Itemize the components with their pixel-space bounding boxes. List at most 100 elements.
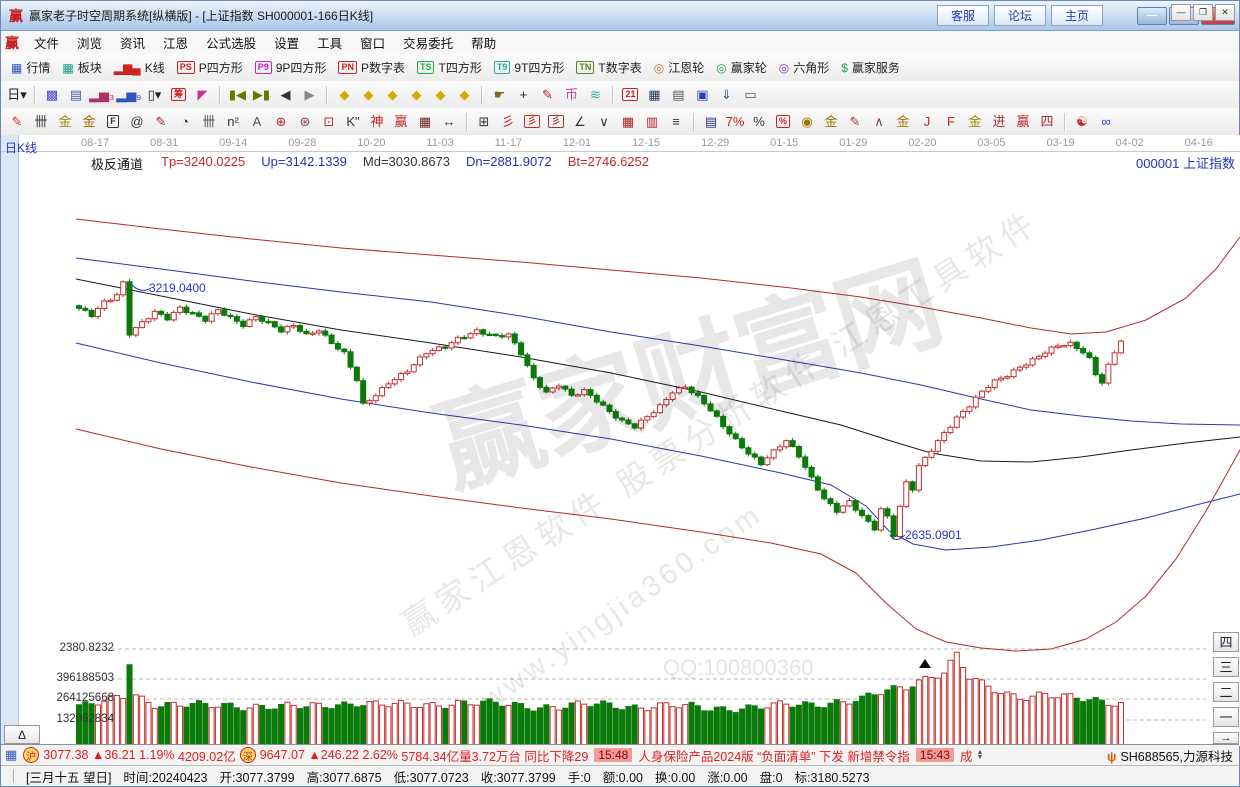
shen-grid-button[interactable]: 神 [366,112,388,132]
pane-split-1-button[interactable]: 一 [1213,707,1239,727]
speed-line-button[interactable]: 进 [988,112,1010,132]
color-kline-button[interactable]: ◤ [191,85,213,105]
p-number-table-button[interactable]: PNP数字表 [332,57,411,78]
menu-item[interactable]: 帮助 [462,31,505,54]
vol9-chart-button[interactable]: ▂▅₉ [116,85,141,105]
chart-canvas[interactable] [1,135,1240,746]
quotes-button[interactable]: ▦行情 [5,57,56,78]
gold-angle-button[interactable]: 金 [892,112,914,132]
box-select-button[interactable]: ⊞ [473,112,495,132]
si-tool-button[interactable]: 四 [1036,112,1058,132]
candle-style-dropdown[interactable]: ▯▾ [143,85,165,105]
grid-lines-button[interactable]: 卌 [198,112,220,132]
hand-drag-button[interactable]: ☛ [488,85,510,105]
diamond-shrink-both-button[interactable]: ◆ [429,85,451,105]
pattern-tool-button[interactable]: ≋ [584,85,606,105]
gold-ray-button[interactable]: 金 [964,112,986,132]
9p-square-button[interactable]: P99P四方形 [249,57,333,78]
trend-wave-button[interactable]: ▩ [41,85,63,105]
j-line-button[interactable]: J [916,112,938,132]
pane-scroll-right-button[interactable]: → [1213,732,1239,744]
last-page-button[interactable]: ▶▮ [250,85,272,105]
period-day-dropdown[interactable]: 日▾ [6,85,28,105]
news-ticker-tail[interactable]: 量3.72万台 同比下降29 [459,746,588,765]
kline-button[interactable]: ▂▆▄K线 [108,57,171,78]
gann-grid-button[interactable]: 卌 [30,112,52,132]
gold-grid1-button[interactable]: 金 [54,112,76,132]
fan-box2-button[interactable]: 彡 [545,112,567,132]
gold-grid2-button[interactable]: 金 [78,112,100,132]
winner-wheel-button[interactable]: ◎赢家轮 [710,57,773,78]
scroll-spinner[interactable]: ▲▼ [976,750,983,760]
chip-distribution-button[interactable]: 筹 [167,85,189,105]
width-measure-button[interactable]: ↔ [438,112,460,132]
next-page-button[interactable]: ▶ [298,85,320,105]
diamond-shrink-y-button[interactable]: ◆ [381,85,403,105]
menu-item[interactable]: 设置 [265,31,308,54]
gold-line-button[interactable]: 金 [820,112,842,132]
dense-grid-button[interactable]: ▦ [414,112,436,132]
a-channel-button[interactable]: A [246,112,268,132]
minimize-button[interactable]: — [1137,7,1167,25]
f10-info-button[interactable]: ▤ [65,85,87,105]
first-page-button[interactable]: ▮◀ [226,85,248,105]
news-headline[interactable]: 人身保险产品2024版 “负面清单” 下发 新增禁令指 [638,746,910,765]
gann-wheel-button[interactable]: ◎江恩轮 [648,57,711,78]
box-circle-button[interactable]: ⊡ [318,112,340,132]
infinity-button[interactable]: ∞ [1095,112,1117,132]
9t-square-button[interactable]: T99T四方形 [488,57,571,78]
f-line-button[interactable]: F [940,112,962,132]
draw-brush-button[interactable]: ✎ [6,112,28,132]
spiral-button[interactable]: @ [126,112,148,132]
print-button[interactable]: ▭ [739,85,761,105]
p-square-button[interactable]: PSP四方形 [171,57,249,78]
yinyang-button[interactable]: ☯ [1071,112,1093,132]
diamond-expand-x-button[interactable]: ◆ [357,85,379,105]
chip-tool-button[interactable]: 币 [560,85,582,105]
menu-item[interactable]: 资讯 [111,31,154,54]
pane-split-4-button[interactable]: 四 [1213,632,1239,652]
winner-service-button[interactable]: $赢家服务 [835,57,906,78]
export-button[interactable]: ⇓ [715,85,737,105]
time-circle-button[interactable]: ◔ [174,112,196,132]
quick-link-button[interactable]: 客服 [937,5,989,26]
wave-tool-button[interactable]: ∧ [868,112,890,132]
k-mark-button[interactable]: K" [342,112,364,132]
diamond-expand-y-button[interactable]: ◆ [405,85,427,105]
star-circle-button[interactable]: ⊛ [294,112,316,132]
menu-item[interactable]: 窗口 [351,31,394,54]
gann-circle-button[interactable]: ⊕ [270,112,292,132]
percent-button[interactable]: % [748,112,770,132]
ying-grid-button[interactable]: 赢 [390,112,412,132]
menu-item[interactable]: 江恩 [154,31,197,54]
menu-item[interactable]: 浏览 [68,31,111,54]
marker-pen-button[interactable]: ✎ [536,85,558,105]
ruler-brush-button[interactable]: ✎ [150,112,172,132]
sz-index-value[interactable]: 9647.07 [260,748,305,762]
price-ladder-button[interactable]: ▤ [700,112,722,132]
menu-item[interactable]: 文件 [25,31,68,54]
red-rays-button[interactable]: 彡 [497,112,519,132]
menu-item[interactable]: 工具 [308,31,351,54]
quote-board-icon[interactable]: ▦ [5,747,17,763]
parallel-rays-button[interactable]: ≡ [665,112,687,132]
child-close-button[interactable]: ✕ [1215,4,1235,21]
news-headline-next[interactable]: 成 [960,746,973,765]
save-button[interactable]: ▣ [691,85,713,105]
red-grid2-button[interactable]: ▥ [641,112,663,132]
calculator-button[interactable]: ▦ [643,85,665,105]
child-minimize-button[interactable]: — [1171,4,1191,21]
calendar-button[interactable]: 21 [619,85,641,105]
t-square-button[interactable]: TST四方形 [411,57,488,78]
quick-link-button[interactable]: 论坛 [994,5,1046,26]
menu-item[interactable]: 公式选股 [197,31,265,54]
spinner-down-icon[interactable]: ▼ [976,755,983,760]
ticker-stock[interactable]: ψSH688565,力源科技 [1107,746,1239,765]
red-grid1-button[interactable]: ▦ [617,112,639,132]
quick-link-button[interactable]: 主页 [1051,5,1103,26]
angle-line-button[interactable]: ∠ [569,112,591,132]
hexagon-button[interactable]: ◎六角形 [773,57,836,78]
notes-button[interactable]: ▤ [667,85,689,105]
t-number-table-button[interactable]: TNT数字表 [570,57,647,78]
zigzag-button[interactable]: ∨ [593,112,615,132]
